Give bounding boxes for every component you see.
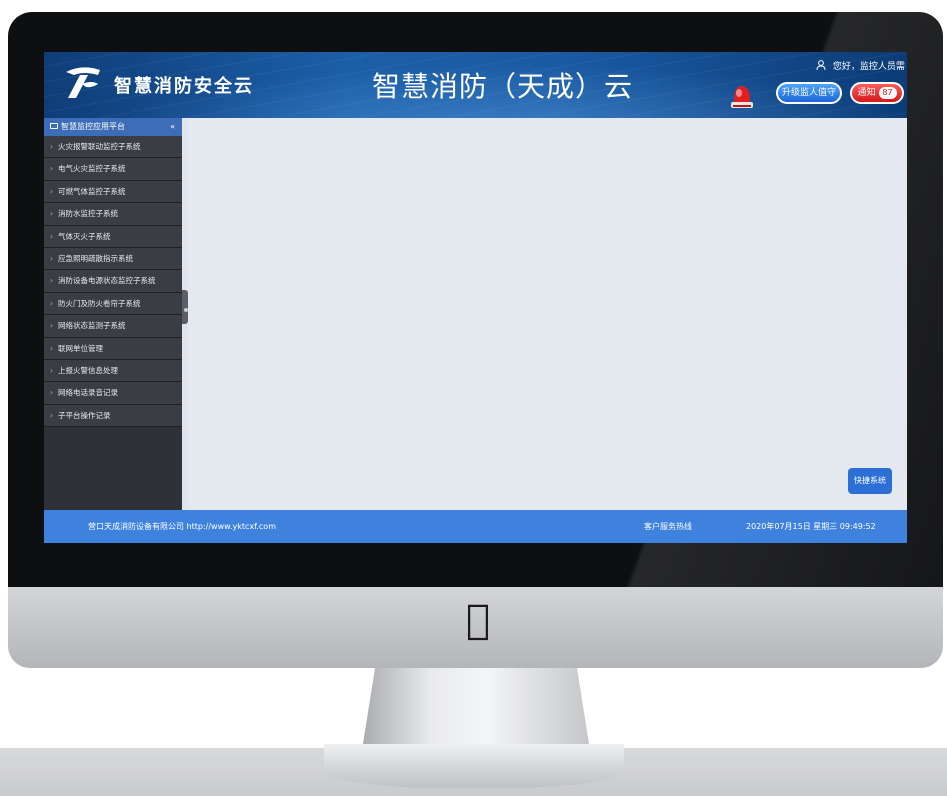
sidebar-item-combustible-gas[interactable]: › 可燃气体监控子系统	[44, 180, 182, 204]
chevron-right-icon: ›	[50, 298, 53, 308]
chevron-right-icon: ›	[50, 276, 53, 286]
chevron-right-icon: ›	[50, 343, 53, 353]
sidebar-item-fire-door[interactable]: › 防火门及防火卷帘子系统	[44, 292, 182, 316]
sidebar-item-label: 火灾报警联动监控子系统	[58, 142, 141, 151]
monitor-stand-base	[324, 744, 624, 788]
footer-datetime: 2020年07月15日 星期三 09:49:52	[746, 522, 876, 531]
sidebar-item-power-monitor[interactable]: › 消防设备电源状态监控子系统	[44, 270, 182, 293]
monitor-stand	[362, 664, 590, 750]
sidebar-item-label: 防火门及防火卷帘子系统	[58, 298, 141, 308]
sidebar-item-network-status[interactable]: › 网络状态监测子系统	[44, 315, 182, 338]
sidebar-collapse-icon[interactable]: «	[170, 118, 175, 136]
sidebar-item-label: 应急照明疏散指示系统	[58, 253, 133, 263]
chevron-right-icon: ›	[50, 253, 53, 263]
sidebar-item-label: 消防水监控子系统	[58, 209, 118, 219]
sidebar-item-fire-alarm[interactable]: › 火灾报警联动监控子系统	[44, 136, 182, 159]
sidebar-item-emergency-lighting[interactable]: › 应急照明疏散指示系统	[44, 247, 182, 271]
chevron-right-icon: ›	[50, 388, 53, 398]
chevron-right-icon: ›	[50, 164, 53, 174]
page-title: 智慧消防（天成）云	[372, 70, 634, 103]
chevron-right-icon: ›	[50, 321, 53, 331]
sidebar-item-label: 可燃气体监控子系统	[58, 186, 126, 196]
user-greeting[interactable]: 您好，监控人员需	[816, 59, 905, 72]
chevron-right-icon: ›	[50, 142, 53, 151]
sidebar-item-label: 电气火灾监控子系统	[58, 164, 126, 174]
sidebar-item-label: 子平台操作记录	[58, 410, 111, 420]
sidebar: 智慧监控应用平台 « › 火灾报警联动监控子系统 › 电气火灾监控子系统 › 可燃气体…	[44, 118, 182, 510]
sidebar-item-electrical-fire[interactable]: › 电气火灾监控子系统	[44, 158, 182, 181]
footer-company: 营口天成消防设备有限公司 http://www.yktcxf.com	[88, 522, 276, 531]
footer-service-hotline: 客户服务热线	[644, 522, 692, 531]
monitor-scene:  智慧消防安全云 智慧消防（天成）云	[0, 0, 947, 796]
main-content	[188, 118, 907, 510]
app-header: 智慧消防安全云 智慧消防（天成）云 您好，监控人员需 升级监人值守 通知 87	[44, 52, 907, 118]
sidebar-item-fire-report[interactable]: › 上报火警信息处理	[44, 359, 182, 383]
duty-login-label: 升级监人值守	[781, 88, 836, 98]
chevron-right-icon: ›	[50, 410, 53, 420]
sidebar-item-label: 气体灭火子系统	[58, 231, 111, 241]
sidebar-item-label: 联网单位管理	[58, 343, 103, 353]
sidebar-title: 智慧监控应用平台	[61, 122, 125, 131]
chevron-right-icon: ›	[50, 365, 53, 375]
notice-count-badge: 87	[878, 87, 897, 99]
sidebar-header[interactable]: 智慧监控应用平台 «	[44, 118, 182, 136]
sidebar-item-label: 网络状态监测子系统	[58, 321, 126, 331]
quick-system-button[interactable]: 快捷系统	[848, 468, 892, 494]
sidebar-item-label: 消防设备电源状态监控子系统	[58, 276, 156, 286]
sidebar-item-gas-extinguish[interactable]: › 气体灭火子系统	[44, 225, 182, 248]
alarm-light-icon[interactable]	[728, 80, 756, 110]
chevron-right-icon: ›	[50, 209, 53, 219]
sidebar-item-call-records[interactable]: › 网络电话录音记录	[44, 382, 182, 405]
user-icon	[816, 60, 826, 70]
notice-label: 通知	[857, 88, 876, 98]
notice-button[interactable]: 通知 87	[850, 82, 904, 104]
sidebar-item-label: 网络电话录音记录	[58, 388, 118, 398]
footer: 营口天成消防设备有限公司 http://www.yktcxf.com 客户服务热…	[44, 510, 907, 543]
sidebar-item-operation-log[interactable]: › 子平台操作记录	[44, 404, 182, 428]
chevron-right-icon: ›	[50, 231, 53, 241]
tc-logo-icon[interactable]	[62, 66, 102, 100]
user-greeting-text: 您好，监控人员需	[832, 62, 905, 72]
app-screen: 智慧消防安全云 智慧消防（天成）云 您好，监控人员需 升级监人值守 通知87	[44, 52, 907, 543]
apple-icon: 	[458, 596, 498, 644]
brand-name: 智慧消防安全云	[114, 76, 254, 97]
sidebar-item-unit-management[interactable]: › 联网单位管理	[44, 337, 182, 360]
sidebar-item-label: 上报火警信息处理	[58, 365, 118, 375]
duty-login-button[interactable]: 升级监人值守	[776, 82, 842, 104]
sidebar-item-fire-water[interactable]: › 消防水监控子系统	[44, 203, 182, 226]
monitor-icon	[50, 123, 58, 129]
chevron-right-icon: ›	[50, 186, 53, 196]
